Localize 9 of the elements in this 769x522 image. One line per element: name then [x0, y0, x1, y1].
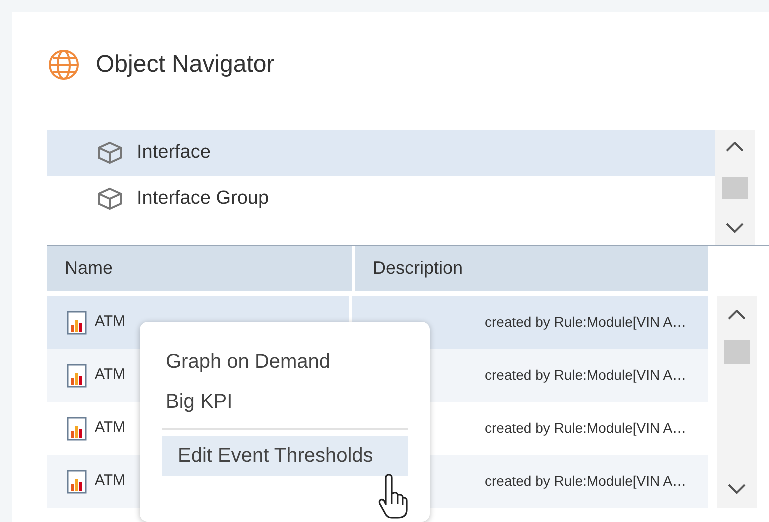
table-cell-text: ATM: [95, 418, 126, 438]
table-cell-text: created by Rule:Module[VIN A…: [485, 313, 687, 332]
table-cell-text: created by Rule:Module[VIN A…: [485, 366, 687, 385]
table-cell-text: ATM: [95, 471, 126, 492]
table-cell-text: ATM: [95, 365, 126, 386]
table-cell-text: created by Rule:Module[VIN A…: [485, 472, 687, 491]
table-cell-text: ATM: [95, 312, 126, 332]
table-cell-text: created by Rule:Module[VIN A…: [485, 419, 687, 438]
panel-title: Object Navigator: [96, 50, 275, 80]
